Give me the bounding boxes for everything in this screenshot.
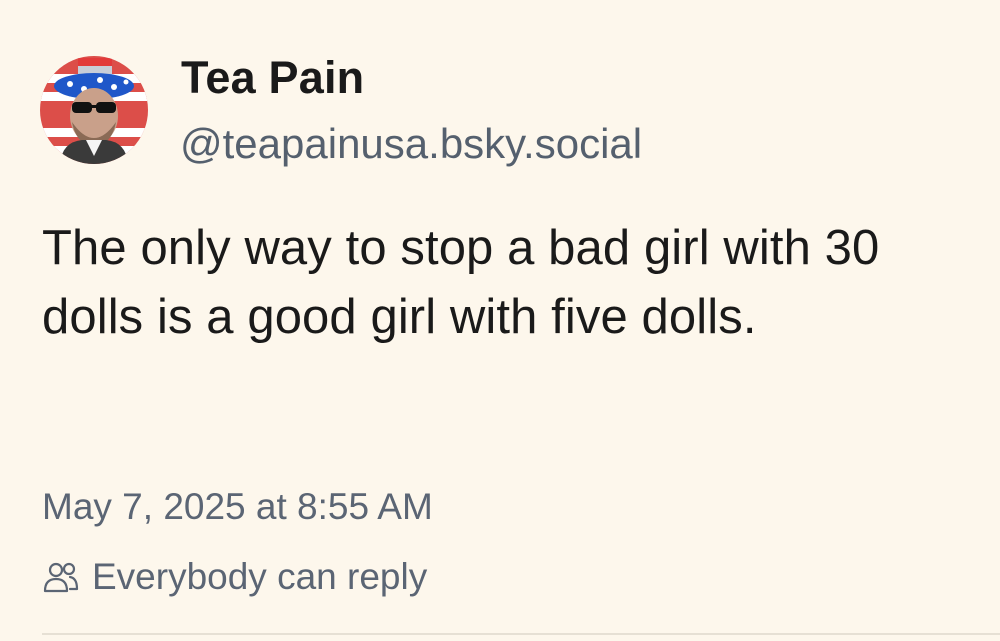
post-timestamp[interactable]: May 7, 2025 at 8:55 AM — [42, 485, 433, 529]
author-display-name[interactable]: Tea Pain — [181, 52, 364, 104]
author-handle[interactable]: @teapainusa.bsky.social — [180, 120, 642, 168]
author-avatar[interactable] — [40, 56, 148, 164]
reply-setting-label: Everybody can reply — [92, 556, 428, 597]
avatar-image — [40, 56, 148, 164]
post-card: Tea Pain @teapainusa.bsky.social The onl… — [0, 0, 1000, 641]
divider — [42, 633, 1000, 635]
reply-setting[interactable]: Everybody can reply — [42, 555, 427, 599]
people-icon — [42, 558, 80, 596]
post-text: The only way to stop a bad girl with 30 … — [42, 221, 880, 344]
